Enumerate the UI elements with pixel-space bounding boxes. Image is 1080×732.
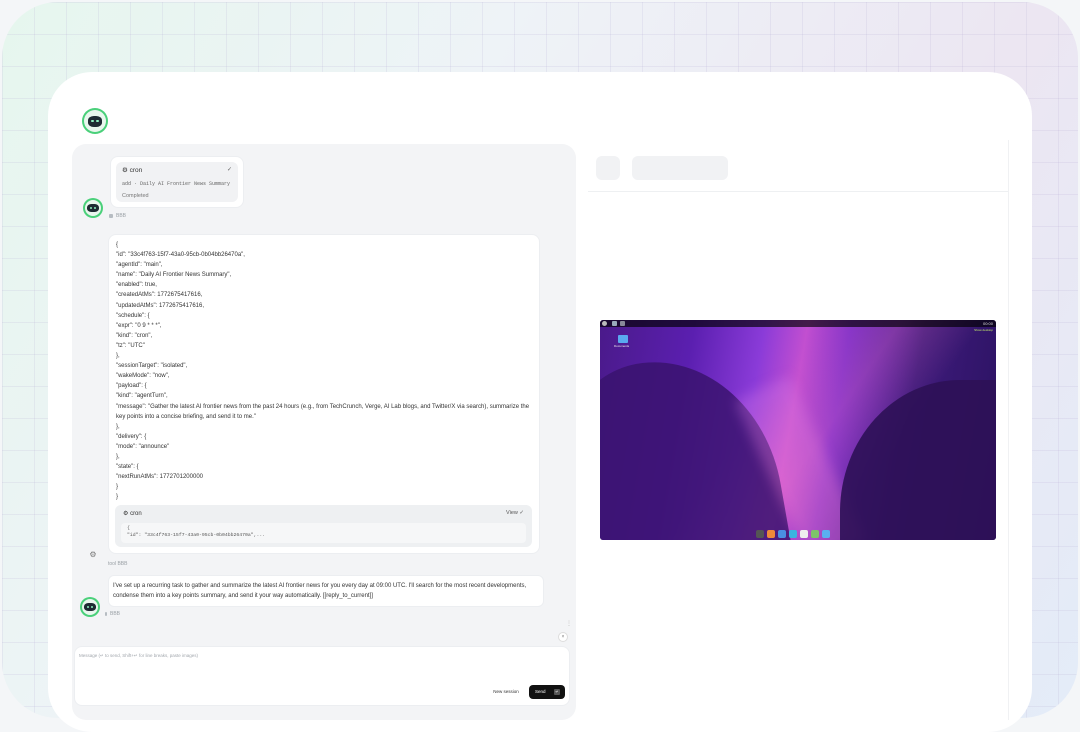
- assistant-avatar: [83, 198, 103, 218]
- cron-result-box[interactable]: ⚙ cron View ✓ { "id": "33c4f763-15f7-43a…: [115, 505, 532, 547]
- json-line: },: [116, 423, 120, 430]
- preview-divider: [588, 191, 1008, 192]
- preview-title-placeholder: [632, 156, 728, 180]
- desktop-clock: 00:00: [982, 321, 993, 326]
- assistant-avatar: [80, 597, 100, 617]
- desktop-dock: [756, 530, 830, 539]
- tool-call-status: Completed: [122, 193, 149, 199]
- json-line: },: [116, 453, 120, 460]
- preview-edge: [1008, 140, 1009, 720]
- json-line: "expr": "0 9 * * *",: [116, 322, 162, 329]
- json-line: },: [116, 353, 120, 360]
- remote-desktop-screen[interactable]: 00:00 Show desktop Documents: [600, 320, 996, 540]
- enter-icon: ↵: [554, 689, 560, 695]
- json-line: "mode": "announce": [116, 443, 170, 450]
- json-line: "delivery": {: [116, 433, 147, 440]
- tool-call-meta: BBB: [109, 213, 126, 219]
- json-line: "enabled": true,: [116, 282, 157, 289]
- message-input[interactable]: Message (↵ to send, Shift+↵ for line bre…: [79, 653, 198, 659]
- check-icon: ✓: [226, 167, 232, 173]
- folder-icon[interactable]: [618, 335, 628, 343]
- json-line: {: [116, 242, 119, 248]
- tool-call-summary: add · Daily AI Frontier News Summary: [122, 181, 231, 187]
- json-line: "message": "Gather the latest AI frontie…: [116, 403, 531, 420]
- json-line: }: [116, 484, 119, 491]
- folder-label: Documents: [614, 344, 630, 348]
- dock-app-icon[interactable]: [800, 530, 808, 538]
- tool-gear-icon: ⚙: [89, 550, 97, 559]
- dock-app-icon[interactable]: [756, 530, 764, 538]
- json-line: "wakeMode": "now",: [116, 373, 170, 380]
- preview-icon-placeholder: [596, 156, 620, 180]
- tool-call-card[interactable]: ⚙ cron ✓ add · Daily AI Frontier News Su…: [110, 156, 244, 208]
- json-line: "kind": "agentTurn",: [116, 393, 168, 400]
- json-line: "kind": "cron",: [116, 332, 153, 339]
- json-line: "payload": {: [116, 383, 147, 390]
- assistant-meta: BBB: [105, 611, 120, 617]
- json-line: "state": {: [116, 464, 139, 471]
- json-line: "createdAtMs": 1772675417616,: [116, 292, 203, 299]
- loader-icon: ⚙: [122, 167, 128, 174]
- new-session-button[interactable]: New session: [489, 685, 523, 699]
- tool-output-json: { "id": "33c4f763-15f7-43a0-95cb-0b04bb26…: [116, 240, 531, 502]
- assistant-message: I've set up a recurring task to gather a…: [108, 575, 544, 607]
- dock-app-icon[interactable]: [811, 530, 819, 538]
- loader-icon: ⚙: [123, 511, 129, 517]
- tool-call-name: cron: [129, 167, 143, 174]
- cron-result-code: { "id": "33c4f763-15f7-43a0-95cb-0b04bb2…: [121, 523, 526, 543]
- tool-meta: tool BBB: [108, 561, 128, 567]
- json-line: "schedule": {: [116, 312, 150, 319]
- desktop-top-bar: 00:00: [600, 320, 996, 327]
- close-icon[interactable]: ×: [558, 632, 568, 642]
- cron-result-name: cron: [130, 511, 142, 517]
- tool-output-card: { "id": "33c4f763-15f7-43a0-95cb-0b04bb26…: [108, 234, 540, 554]
- send-button[interactable]: Send ↵: [529, 685, 565, 699]
- view-button[interactable]: View ✓: [506, 510, 524, 516]
- dock-app-icon[interactable]: [778, 530, 786, 538]
- more-icon[interactable]: ⋮: [566, 620, 572, 627]
- dock-app-icon[interactable]: [822, 530, 830, 538]
- json-line: "agentId": "main",: [116, 262, 163, 269]
- assistant-message-text: I've set up a recurring task to gather a…: [113, 583, 527, 599]
- json-line: "sessionTarget": "isolated",: [116, 363, 188, 370]
- json-line: "updatedAtMs": 1772675417616,: [116, 302, 204, 309]
- message-composer[interactable]: Message (↵ to send, Shift+↵ for line bre…: [74, 646, 570, 706]
- dock-app-icon[interactable]: [789, 530, 797, 538]
- dock-app-icon[interactable]: [767, 530, 775, 538]
- json-line: }: [116, 494, 119, 501]
- json-line: "name": "Daily AI Frontier News Summary"…: [116, 272, 232, 279]
- json-line: "tz": "UTC": [116, 342, 145, 349]
- json-line: "id": "33c4f763-15f7-43a0-95cb-0b04bb264…: [116, 252, 245, 259]
- agent-logo: [82, 108, 108, 134]
- desktop-note: Show desktop: [974, 328, 993, 332]
- json-line: "nextRunAtMs": 1772701200000: [116, 474, 203, 481]
